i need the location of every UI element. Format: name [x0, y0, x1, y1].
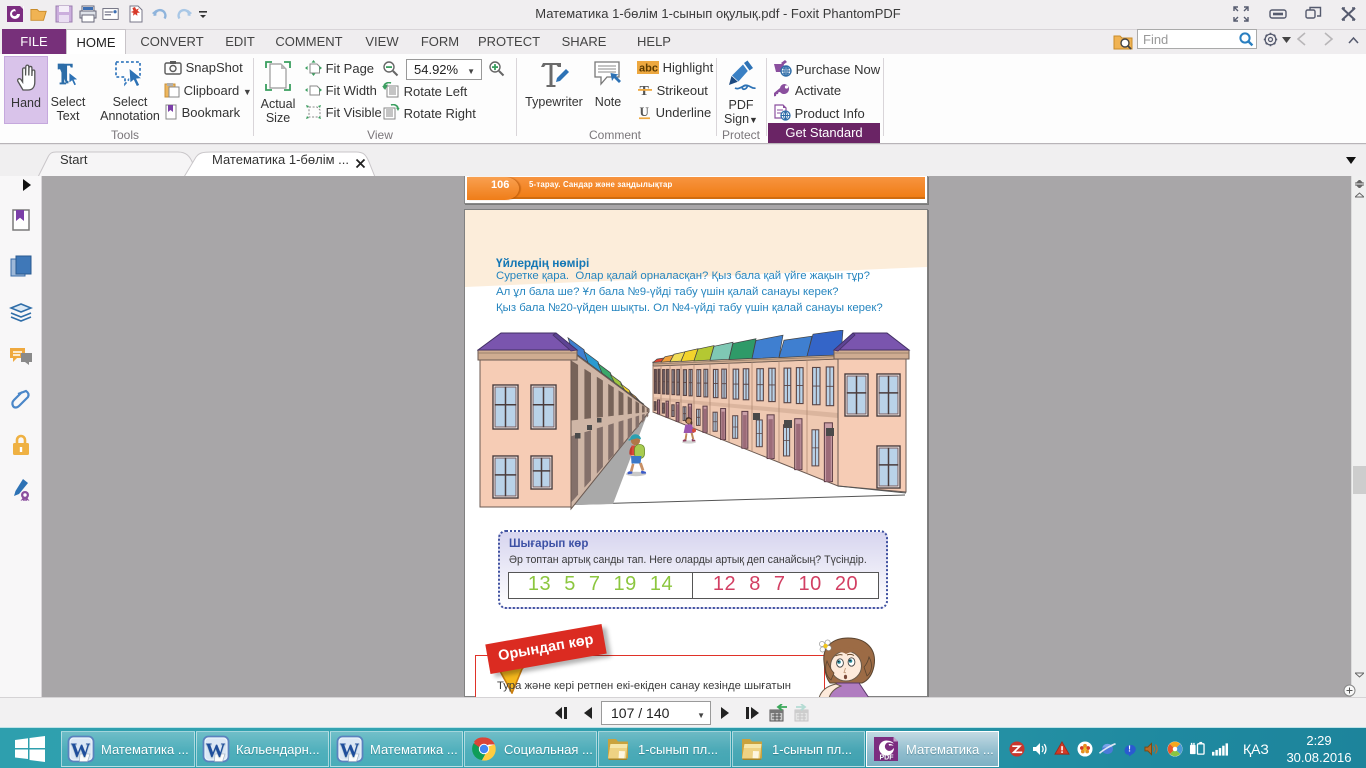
svg-text:abc: abc: [639, 63, 658, 75]
svg-text:U: U: [640, 104, 650, 119]
svg-text:W: W: [206, 740, 226, 762]
svg-text:T: T: [640, 84, 650, 98]
svg-text:!: !: [1128, 743, 1131, 753]
svg-text:PDF: PDF: [880, 755, 895, 762]
svg-text:W: W: [71, 740, 91, 762]
svg-text:W: W: [340, 740, 360, 762]
